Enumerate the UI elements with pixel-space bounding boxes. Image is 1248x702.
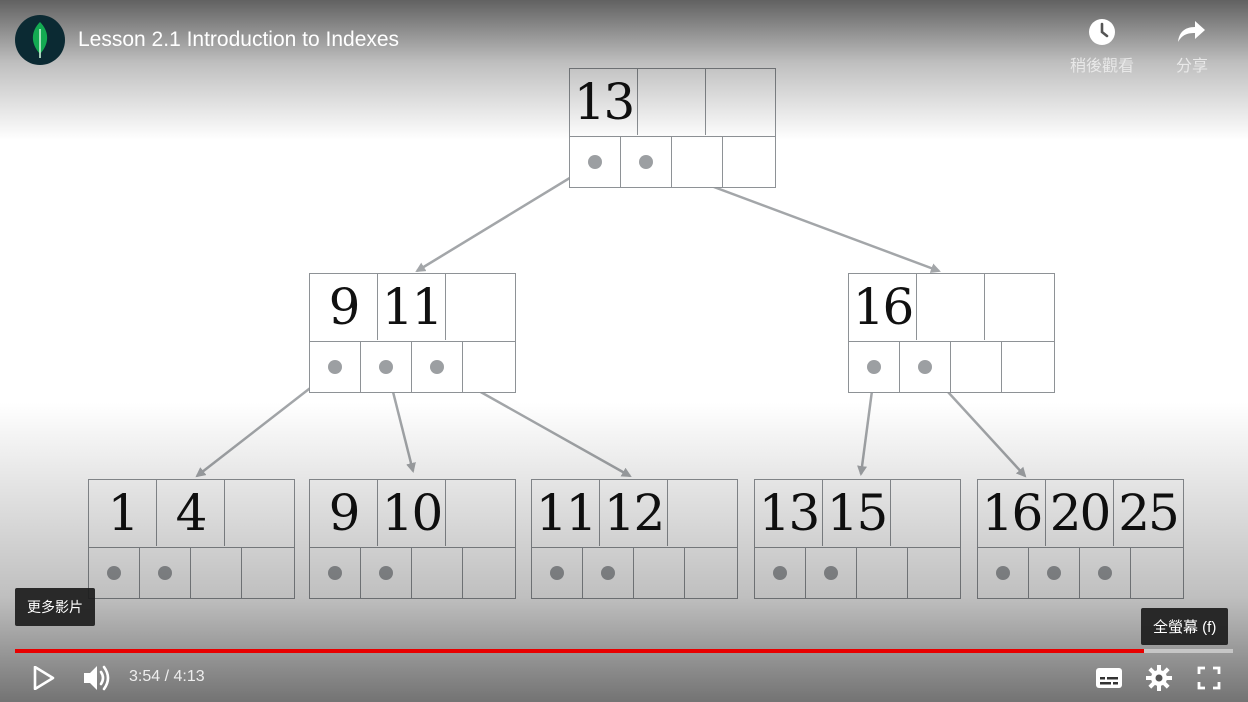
tree-leaf-11-12: 11 12 [531,479,738,599]
pointer-dot [588,155,602,169]
pointer-dot [1047,566,1061,580]
volume-icon [84,665,110,691]
subtitles-icon [1096,668,1122,688]
pointer-dot [158,566,172,580]
node-key: 11 [532,480,600,546]
tree-leaf-9-10: 9 10 [309,479,516,599]
watch-later-label: 稍後觀看 [1069,58,1134,75]
fullscreen-button[interactable] [1192,662,1226,694]
time-display: 3:54 / 4:13 [129,668,205,686]
node-key [446,480,514,546]
node-key [668,480,736,546]
node-key [446,274,514,340]
tree-node-9-11: 9 11 [309,273,516,393]
node-key: 11 [378,274,446,340]
node-key [638,69,706,135]
progress-bar[interactable] [15,649,1233,653]
gear-icon [1146,665,1172,691]
pointer-dot [639,155,653,169]
play-button[interactable] [26,662,62,694]
pointer-dot [328,360,342,374]
fullscreen-tooltip: 全螢幕 (f) [1141,608,1229,645]
subtitles-button[interactable] [1092,662,1126,694]
volume-button[interactable] [80,662,114,694]
fullscreen-icon [1197,666,1221,690]
node-key: 10 [378,480,446,546]
node-key: 20 [1046,480,1114,546]
pointer-dot [107,566,121,580]
share-label: 分享 [1175,58,1208,75]
time-separator: / [160,668,174,685]
duration: 4:13 [173,668,205,685]
tree-leaf-13-15: 13 15 [754,479,961,599]
video-title[interactable]: Lesson 2.1 Introduction to Indexes [78,28,399,52]
more-videos-button[interactable]: 更多影片 [15,588,95,626]
node-key: 13 [755,480,823,546]
play-icon [33,666,55,690]
clock-icon [1089,19,1115,45]
node-key: 25 [1118,484,1180,542]
node-key: 15 [823,480,891,546]
share-button[interactable]: 分享 [1152,16,1232,76]
pointer-dot [1098,566,1112,580]
tree-leaf-16-20-25: 16 20 25 [977,479,1184,599]
node-key: 9 [310,274,378,340]
current-time: 3:54 [129,668,161,685]
node-key: 13 [570,69,638,135]
leaf-icon [32,22,48,58]
settings-button[interactable] [1142,662,1176,694]
pointer-dot [867,360,881,374]
pointer-dot [379,566,393,580]
pointer-dot [918,360,932,374]
node-key [706,69,774,135]
tree-node-16: 16 [848,273,1055,393]
node-key [985,274,1053,340]
pointer-dot [824,566,838,580]
channel-avatar[interactable] [15,15,65,65]
pointer-dot [773,566,787,580]
share-arrow-icon [1178,21,1205,42]
node-key: 9 [310,480,378,546]
node-key [225,480,293,546]
node-key: 1 [89,480,157,546]
progress-played [15,649,1145,653]
pointer-dot [430,360,444,374]
node-key: 16 [849,274,917,340]
watch-later-button[interactable]: 稍後觀看 [1062,16,1142,76]
pointer-dot [328,566,342,580]
pointer-dot [996,566,1010,580]
tree-node-root: 13 [569,68,776,188]
pointer-dot [550,566,564,580]
node-key [917,274,985,340]
node-key: 4 [157,480,225,546]
video-player[interactable]: 13 9 11 16 1 4 9 10 11 12 13 15 16 20 25… [0,0,1248,702]
pointer-dot [379,360,393,374]
node-key: 16 [978,480,1046,546]
pointer-dot [601,566,615,580]
node-key: 12 [600,480,668,546]
node-key [891,480,959,546]
tree-leaf-1-4: 1 4 [88,479,295,599]
